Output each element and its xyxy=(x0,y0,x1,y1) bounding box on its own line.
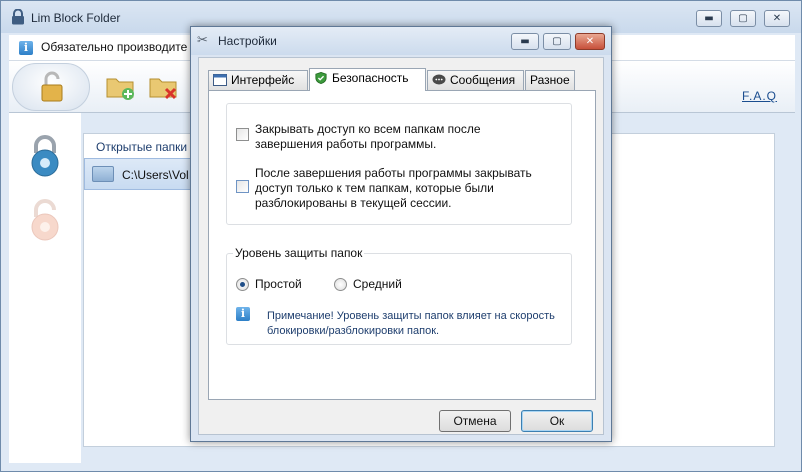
tools-icon: ✂ xyxy=(197,33,208,48)
notice-text: Обязательно производите ра xyxy=(41,40,191,54)
security-tab-panel: Закрывать доступ ко всем папкам после за… xyxy=(208,90,596,400)
dialog-maximize-button[interactable]: ▢ xyxy=(543,33,571,50)
unlock-toolbar-button[interactable] xyxy=(12,63,90,111)
tab-misc-label: Разное xyxy=(530,73,570,87)
folder-path: C:\Users\Vol xyxy=(122,168,189,182)
open-padlock-icon xyxy=(41,71,63,102)
note-line1: Примечание! Уровень защиты папок влияет … xyxy=(267,310,555,322)
shield-icon xyxy=(315,72,327,84)
close-all-on-exit-label[interactable]: Закрывать доступ ко всем папкам после за… xyxy=(255,122,481,152)
tab-interface-label: Интерфейс xyxy=(231,73,295,87)
left-pane xyxy=(9,113,81,463)
maximize-button[interactable]: ▢ xyxy=(730,10,756,27)
cancel-button[interactable]: Отмена xyxy=(439,410,511,432)
checkbox1-line1: Закрывать доступ ко всем папкам после xyxy=(255,122,481,136)
dialog-close-button[interactable]: ✕ xyxy=(575,33,605,50)
note-info-icon: i xyxy=(236,307,250,321)
note-line2: блокировки/разблокировки папок. xyxy=(267,325,440,337)
checkbox2-line1: После завершения работы программы закрыв… xyxy=(255,166,532,180)
unlocked-padlock-icon[interactable] xyxy=(29,199,61,241)
minimize-button[interactable]: ▬ xyxy=(696,10,722,27)
dialog-title: Настройки xyxy=(218,34,277,48)
protection-level-group: Уровень защиты папок Простой Средний i П… xyxy=(226,246,572,345)
window-icon xyxy=(213,74,227,86)
main-window-title: Lim Block Folder xyxy=(31,11,121,25)
tab-security-label: Безопасность xyxy=(332,71,409,85)
dialog-minimize-button[interactable]: ▬ xyxy=(511,33,539,50)
radio-medium[interactable] xyxy=(334,278,347,291)
close-all-on-exit-checkbox[interactable] xyxy=(236,128,249,141)
close-button[interactable]: ✕ xyxy=(764,10,790,27)
faq-link[interactable]: F.A.Q xyxy=(742,89,777,103)
folder-icon xyxy=(92,166,114,182)
close-access-group: Закрывать доступ ко всем папкам после за… xyxy=(226,103,572,225)
speech-bubble-icon xyxy=(432,74,446,85)
radio-simple[interactable] xyxy=(236,278,249,291)
close-session-only-checkbox[interactable] xyxy=(236,180,249,193)
tab-misc[interactable]: Разное xyxy=(525,70,575,90)
close-session-only-label[interactable]: После завершения работы программы закрыв… xyxy=(255,166,532,211)
checkbox1-line2: завершения работы программы. xyxy=(255,137,437,151)
info-icon: i xyxy=(19,41,33,55)
protection-level-label: Уровень защиты папок xyxy=(233,246,365,260)
ok-button[interactable]: Ок xyxy=(521,410,593,432)
settings-dialog: ✂ Настройки ▬ ▢ ✕ Интерфейс Безопасность xyxy=(190,26,612,442)
protection-note: Примечание! Уровень защиты папок влияет … xyxy=(267,309,555,339)
dialog-titlebar[interactable]: ✂ Настройки ▬ ▢ ✕ xyxy=(191,27,611,55)
padlock-app-icon xyxy=(12,9,24,25)
tab-messages[interactable]: Сообщения xyxy=(427,70,524,90)
remove-folder-icon[interactable] xyxy=(149,73,179,101)
tab-interface[interactable]: Интерфейс xyxy=(208,70,308,90)
radio-simple-label[interactable]: Простой xyxy=(255,277,302,292)
radio-medium-label[interactable]: Средний xyxy=(353,277,402,292)
checkbox2-line3: разблокированы в текущей сессии. xyxy=(255,196,452,210)
tab-security[interactable]: Безопасность xyxy=(309,68,426,91)
checkbox2-line2: доступ только к тем папкам, которые были xyxy=(255,181,494,195)
add-folder-icon[interactable] xyxy=(106,73,136,101)
tab-messages-label: Сообщения xyxy=(450,73,516,87)
locked-padlock-icon[interactable] xyxy=(29,135,61,177)
dialog-client: Интерфейс Безопасность Сообщения Разное xyxy=(198,57,604,435)
list-header[interactable]: Открытые папки xyxy=(96,140,187,154)
